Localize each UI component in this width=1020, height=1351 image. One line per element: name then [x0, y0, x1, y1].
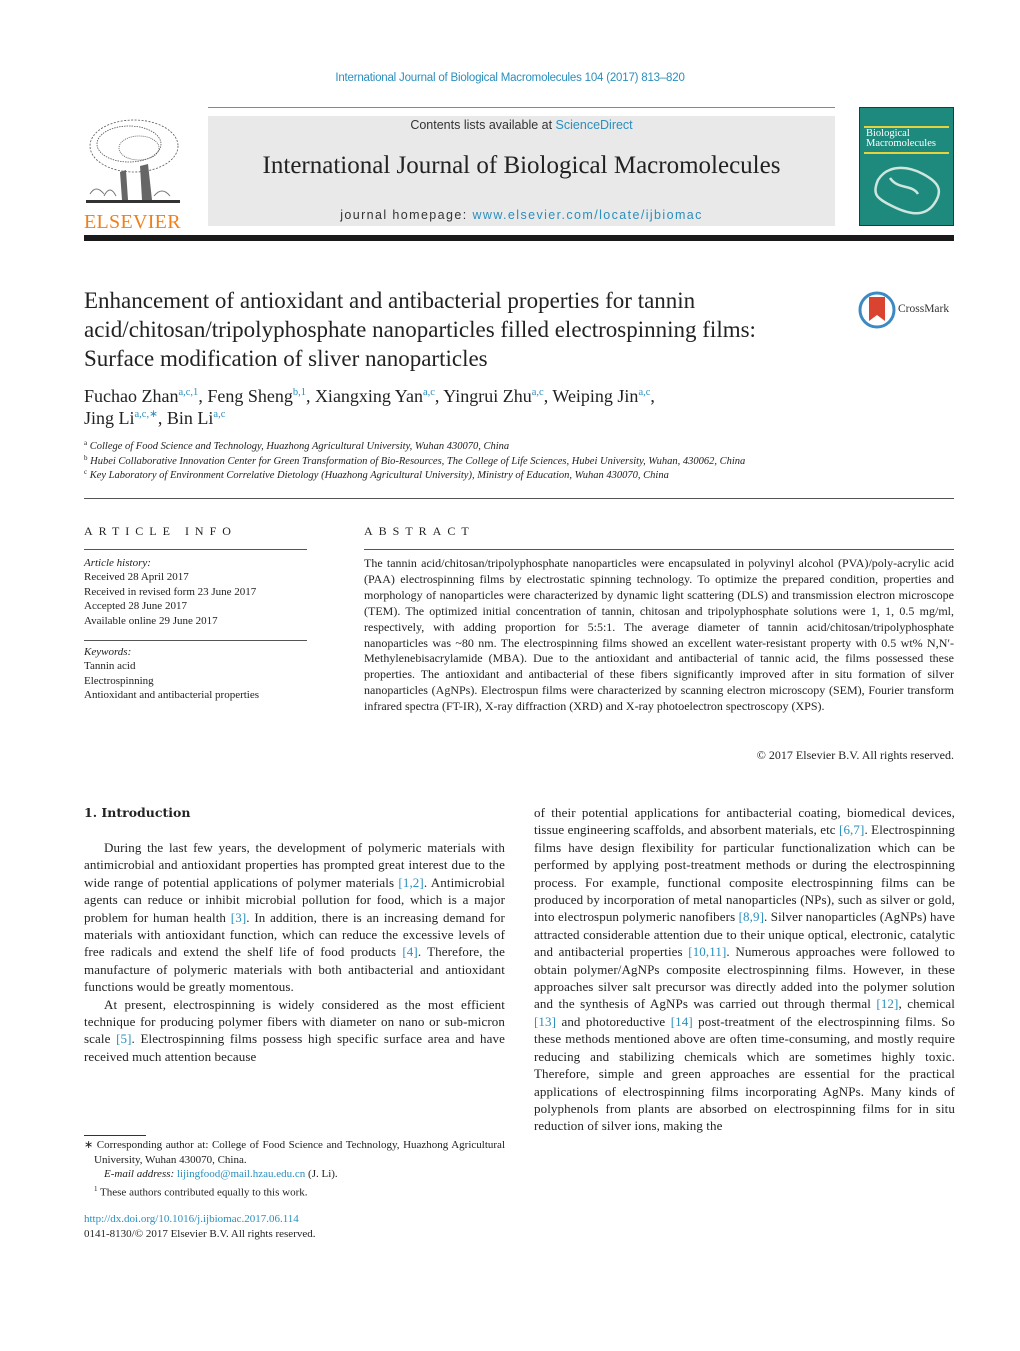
elsevier-wordmark: ELSEVIER	[84, 211, 181, 233]
author[interactable]: Weiping Jina,c	[552, 386, 650, 406]
keyword: Antioxidant and antibacterial properties	[84, 689, 260, 702]
header-thick-divider	[84, 235, 954, 241]
keywords-divider	[84, 640, 307, 641]
journal-title: International Journal of Biological Macr…	[262, 152, 781, 179]
journal-cover-thumbnail[interactable]: Biological Macromolecules	[859, 107, 954, 226]
paragraph: of their potential applications for anti…	[534, 804, 955, 1135]
citation-link[interactable]: [4]	[402, 944, 417, 959]
history-accepted: Accepted 28 June 2017	[84, 600, 187, 613]
crossmark-icon	[858, 291, 896, 329]
citation-link[interactable]: [5]	[116, 1031, 131, 1046]
journal-banner: Contents lists available at ScienceDirec…	[208, 116, 835, 226]
keyword: Tannin acid	[84, 660, 136, 673]
keyword: Electrospinning	[84, 674, 154, 687]
body-text: post-treatment of the electrospinning fi…	[534, 1013, 955, 1134]
body-column-left: During the last few years, the developme…	[84, 839, 505, 1065]
introduction-heading: 1. Introduction	[84, 805, 191, 820]
elsevier-tree-icon	[86, 119, 180, 203]
body-text: , chemical	[898, 996, 955, 1012]
doi-block: http://dx.doi.org/10.1016/j.ijbiomac.201…	[84, 1212, 316, 1241]
history-received: Received 28 April 2017	[84, 571, 189, 584]
body-text: and photoreductive	[556, 1013, 671, 1029]
history-online: Available online 29 June 2017	[84, 614, 218, 627]
citation-link[interactable]: [10,11]	[688, 944, 726, 959]
crossmark-badge[interactable]: CrossMark	[858, 291, 958, 331]
footnote-divider	[84, 1135, 146, 1136]
affiliation: a College of Food Science and Technology…	[84, 439, 510, 453]
author[interactable]: Bin Lia,c	[167, 408, 225, 428]
author[interactable]: Yingrui Zhua,c	[443, 386, 543, 406]
contents-line: Contents lists available at ScienceDirec…	[208, 118, 835, 132]
elsevier-logo[interactable]: ELSEVIER	[84, 116, 186, 232]
article-info-divider	[84, 549, 307, 550]
homepage-prefix: journal homepage:	[340, 208, 473, 222]
history-revised: Received in revised form 23 June 2017	[84, 585, 257, 598]
affiliation: c Key Laboratory of Environment Correlat…	[84, 468, 669, 482]
equal-contribution-note: 1 These authors contributed equally to t…	[94, 1184, 308, 1199]
sciencedirect-link[interactable]: ScienceDirect	[556, 118, 633, 132]
affiliation: b Hubei Collaborative Innovation Center …	[84, 453, 746, 467]
abstract-divider	[364, 549, 954, 550]
paragraph: At present, electrospinning is widely co…	[84, 996, 505, 1066]
paragraph: During the last few years, the developme…	[84, 839, 505, 996]
corresponding-author-note: ∗ Corresponding author at: College of Fo…	[84, 1139, 505, 1166]
keywords-label: Keywords:	[84, 646, 132, 658]
section-divider	[84, 498, 954, 499]
article-title: Enhancement of antioxidant and antibacte…	[84, 288, 756, 371]
contents-prefix: Contents lists available at	[410, 118, 556, 132]
article-history: Article history: Received 28 April 2017 …	[84, 556, 309, 628]
cover-rule	[864, 152, 949, 154]
issn-copyright: 0141-8130/© 2017 Elsevier B.V. All right…	[84, 1227, 316, 1240]
citation-link[interactable]: [13]	[534, 1014, 556, 1029]
author[interactable]: Fuchao Zhana,c,1	[84, 386, 198, 406]
citation-link[interactable]: [14]	[671, 1014, 693, 1029]
citation-link[interactable]: [12]	[876, 996, 898, 1011]
email-note: E-mail address: lijingfood@mail.hzau.edu…	[84, 1167, 505, 1182]
abstract-heading: ABSTRACT	[364, 524, 475, 538]
email-label: E-mail address:	[104, 1168, 177, 1180]
author[interactable]: Feng Shengb,1	[207, 386, 306, 406]
journal-citation-link[interactable]: International Journal of Biological Macr…	[0, 72, 1020, 84]
cover-title: Biological Macromolecules	[866, 128, 936, 149]
header-divider	[208, 107, 835, 108]
author[interactable]: Xiangxing Yana,c	[315, 386, 435, 406]
crossmark-label: CrossMark	[898, 303, 950, 315]
abstract-text: The tannin acid/chitosan/tripolyphosphat…	[364, 556, 954, 714]
author[interactable]: Jing Lia,c,∗	[84, 408, 158, 428]
email-link[interactable]: lijingfood@mail.hzau.edu.cn	[177, 1168, 305, 1180]
article-info-heading: ARTICLE INFO	[84, 524, 237, 538]
citation-link[interactable]: [3]	[231, 910, 246, 925]
author-list: Fuchao Zhana,c,1, Feng Shengb,1, Xiangxi…	[84, 386, 655, 428]
citation-link[interactable]: [6,7]	[839, 822, 864, 837]
homepage-link[interactable]: www.elsevier.com/locate/ijbiomac	[472, 208, 702, 222]
citation-link[interactable]: [1,2]	[398, 875, 423, 890]
email-suffix: (J. Li).	[305, 1168, 338, 1180]
history-label: Article history:	[84, 557, 151, 569]
doi-link[interactable]: http://dx.doi.org/10.1016/j.ijbiomac.201…	[84, 1213, 299, 1225]
citation-link[interactable]: [8,9]	[739, 909, 764, 924]
body-text: . Electrospinning films possess high spe…	[84, 1031, 505, 1064]
affiliations: a College of Food Science and Technology…	[84, 440, 954, 484]
journal-homepage: journal homepage: www.elsevier.com/locat…	[208, 208, 835, 222]
abstract-copyright: © 2017 Elsevier B.V. All rights reserved…	[756, 748, 954, 762]
body-column-right: of their potential applications for anti…	[534, 804, 955, 1135]
protein-structure-icon	[874, 166, 941, 215]
keywords: Keywords: Tannin acid Electrospinning An…	[84, 645, 309, 703]
footnotes: ∗ Corresponding author at: College of Fo…	[84, 1138, 505, 1200]
